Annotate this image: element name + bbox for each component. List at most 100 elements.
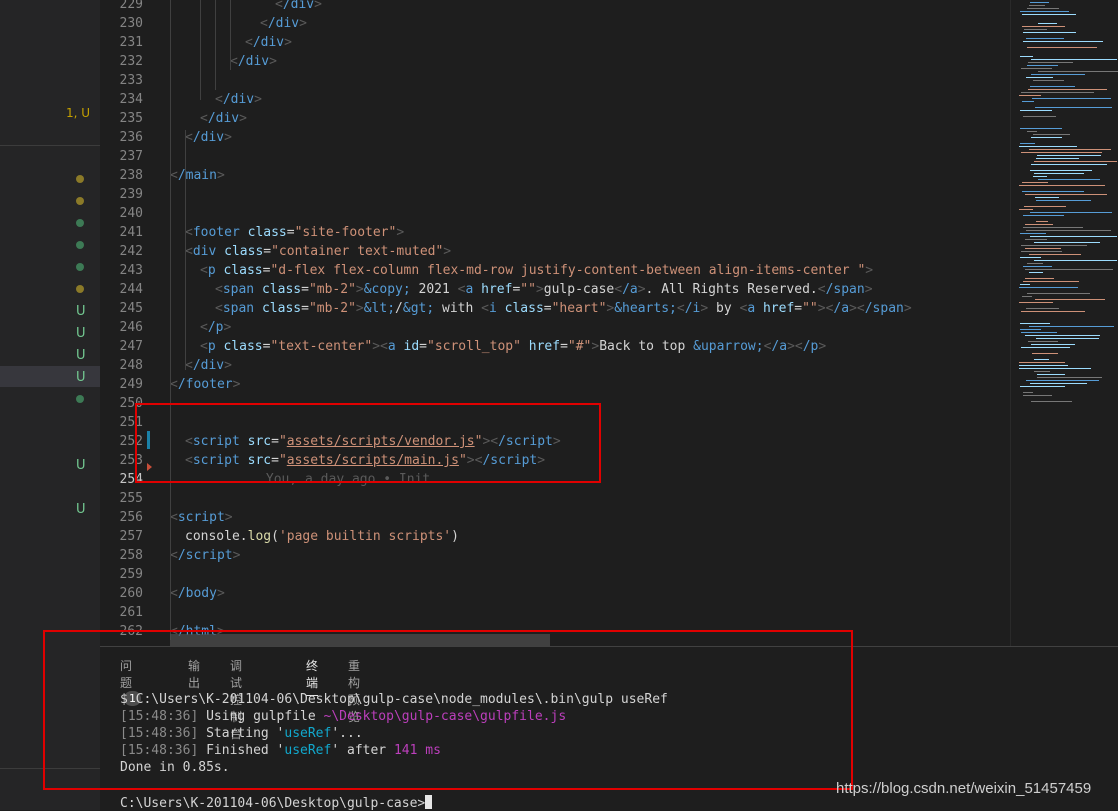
highlight-box-terminal	[43, 630, 853, 790]
code-line: 261	[100, 603, 1010, 622]
minimap-line	[1022, 296, 1032, 297]
indent-guide	[170, 0, 171, 640]
code-text: </div>	[185, 130, 232, 145]
minimap-line	[1031, 164, 1107, 165]
minimap-line	[1023, 281, 1079, 282]
line-number: 255	[119, 491, 143, 506]
indent-guide	[185, 130, 186, 370]
code-text: <span class="mb-2">&copy; 2021 <a href="…	[215, 282, 873, 297]
minimap-line	[1023, 32, 1076, 33]
line-number: 229	[119, 0, 143, 12]
minimap-line	[1029, 272, 1043, 273]
code-line: 242 <div class="container text-muted">	[100, 242, 1010, 261]
minimap-line	[1030, 236, 1117, 237]
minimap-line	[1019, 95, 1041, 96]
minimap-line	[1024, 206, 1066, 207]
line-number: 233	[119, 73, 143, 88]
line-number: 261	[119, 605, 143, 620]
line-number: 235	[119, 111, 143, 126]
minimap-line	[1030, 383, 1087, 384]
minimap-line	[1038, 23, 1057, 24]
line-number: 236	[119, 130, 143, 145]
modified-dot-icon	[76, 285, 84, 293]
code-text: <footer class="site-footer">	[185, 225, 405, 240]
modified-dot-icon	[76, 175, 84, 183]
minimap-line	[1032, 98, 1111, 99]
minimap-line	[1023, 41, 1103, 42]
code-text: <div class="container text-muted">	[185, 244, 452, 259]
minimap-line	[1019, 287, 1078, 288]
minimap-line	[1026, 380, 1099, 381]
minimap-line	[1031, 344, 1075, 345]
minimap-line	[1019, 302, 1053, 303]
minimap-line	[1022, 101, 1034, 102]
code-line: 255	[100, 489, 1010, 508]
minimap-line	[1023, 116, 1056, 117]
line-number: 234	[119, 92, 143, 107]
line-number: 257	[119, 529, 143, 544]
code-line: 237	[100, 147, 1010, 166]
minimap-line	[1036, 200, 1091, 201]
code-line: 234 </div>	[100, 90, 1010, 109]
line-number: 247	[119, 339, 143, 354]
terminal-cursor	[425, 795, 433, 809]
line-number: 241	[119, 225, 143, 240]
code-line: 257 console.log('page builtin scripts')	[100, 527, 1010, 546]
code-line: 229 </div>	[100, 0, 1010, 14]
watermark: https://blog.csdn.net/weixin_51457459	[836, 780, 1092, 797]
minimap-line	[1037, 377, 1102, 378]
minimap-line	[1023, 227, 1083, 228]
indent-guide	[230, 0, 231, 70]
minimap-line	[1027, 65, 1058, 66]
minimap-line	[1026, 38, 1064, 39]
code-text: </main>	[170, 168, 225, 183]
code-text: <span class="mb-2">&lt;/&gt; with <i cla…	[215, 301, 912, 316]
minimap-line	[1025, 335, 1100, 336]
minimap-line	[1025, 278, 1054, 279]
line-number: 230	[119, 16, 143, 31]
minimap-line	[1033, 80, 1064, 81]
minimap-line	[1025, 224, 1053, 225]
untracked-marker: U	[76, 370, 86, 385]
line-number: 260	[119, 586, 143, 601]
minimap-line	[1035, 299, 1105, 300]
code-text: </footer>	[170, 377, 241, 392]
minimap-line	[1033, 134, 1070, 135]
minimap-line	[1019, 185, 1105, 186]
minimap-line	[1035, 197, 1059, 198]
minimap-line	[1035, 107, 1112, 108]
minimap-line	[1029, 326, 1114, 327]
minimap-line	[1020, 128, 1062, 129]
minimap-line	[1020, 56, 1033, 57]
minimap-line	[1038, 71, 1118, 72]
minimap-line	[1030, 86, 1075, 87]
code-text: </div>	[245, 35, 292, 50]
code-line: 239	[100, 185, 1010, 204]
minimap-line	[1029, 149, 1111, 150]
minimap-line	[1022, 191, 1084, 192]
untracked-marker: U	[76, 348, 86, 363]
minimap-line	[1028, 341, 1058, 342]
code-line: 232 </div>	[100, 52, 1010, 71]
line-number: 259	[119, 567, 143, 582]
code-line: 236 </div>	[100, 128, 1010, 147]
minimap-line	[1031, 59, 1117, 60]
minimap-line	[1025, 194, 1107, 195]
minimap-line	[1020, 323, 1050, 324]
minimap-line	[1022, 182, 1048, 183]
line-number: 231	[119, 35, 143, 50]
code-editor[interactable]: 229 </div> 230 </div> 231 </div> 232 </div> 233 2…	[100, 0, 1010, 646]
terminal-prompt[interactable]: C:\Users\K-201104-06\Desktop\gulp-case>	[120, 795, 433, 811]
minimap-line	[1019, 209, 1033, 210]
minimap-line	[1038, 179, 1100, 180]
minimap-line	[1037, 155, 1101, 156]
minimap-line	[1023, 215, 1064, 216]
untracked-dot-icon	[76, 241, 84, 249]
minimap-line	[1028, 62, 1073, 63]
untracked-dot-icon	[76, 263, 84, 271]
indent-guide	[200, 0, 201, 100]
minimap-line	[1021, 92, 1094, 93]
minimap-line	[1022, 14, 1076, 15]
code-line: 241 <footer class="site-footer">	[100, 223, 1010, 242]
minimap[interactable]	[1010, 0, 1118, 646]
